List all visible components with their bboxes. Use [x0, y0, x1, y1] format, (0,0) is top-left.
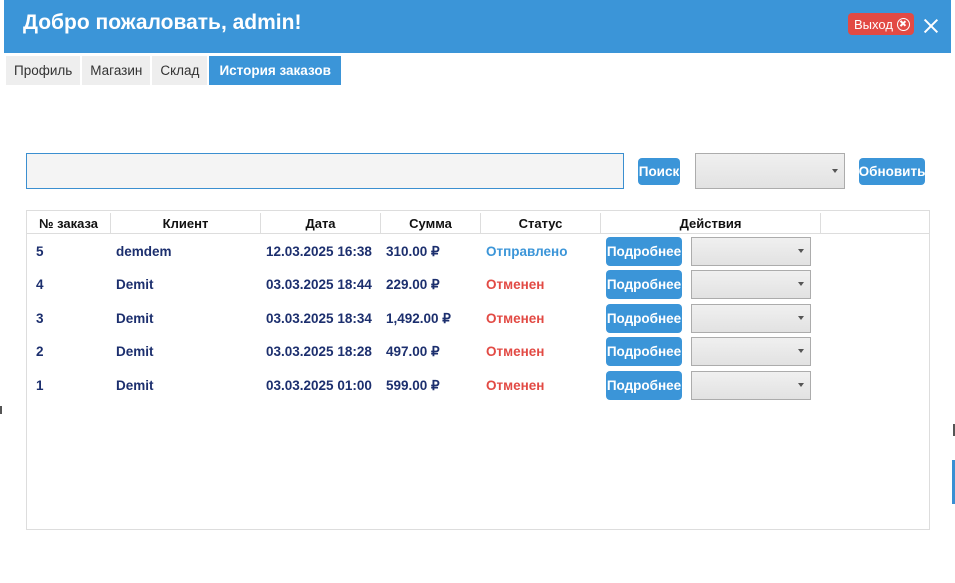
logout-label: Выход [854, 16, 893, 32]
tab-warehouse[interactable]: Склад [152, 56, 208, 85]
close-icon[interactable] [922, 17, 940, 35]
order-status: Отменен [486, 277, 545, 292]
column-header-client[interactable]: Клиент [111, 213, 261, 234]
order-sum: 497.00 ₽ [386, 343, 440, 359]
order-date: 03.03.2025 18:28 [266, 344, 372, 359]
details-button[interactable]: Подробнее [606, 337, 682, 366]
tab-shop[interactable]: Магазин [82, 56, 151, 85]
orders-table: № заказа Клиент Дата Сумма Статус Действ… [26, 210, 930, 530]
tab-order-history[interactable]: История заказов [209, 56, 341, 85]
column-header-status[interactable]: Статус [481, 213, 601, 234]
client-name: demdem [116, 244, 172, 259]
order-date: 03.03.2025 18:34 [266, 311, 372, 326]
chevron-down-icon [798, 349, 804, 353]
client-name: Demit [116, 378, 154, 393]
column-header-actions[interactable]: Действия [601, 213, 821, 234]
tab-profile[interactable]: Профиль [6, 56, 81, 85]
chevron-down-icon [798, 316, 804, 320]
order-date: 03.03.2025 01:00 [266, 378, 372, 393]
order-number: 5 [36, 244, 44, 259]
logout-button[interactable]: Выход [848, 13, 914, 35]
chevron-down-icon [798, 282, 804, 286]
order-status: Отменен [486, 311, 545, 326]
order-status: Отменен [486, 378, 545, 393]
status-change-select[interactable] [691, 304, 811, 333]
chevron-down-icon [798, 249, 804, 253]
order-status: Отменен [486, 344, 545, 359]
search-button[interactable]: Поиск [638, 158, 680, 185]
table-row[interactable]: 1 Demit 03.03.2025 01:00 599.00 ₽ Отмене… [27, 369, 929, 402]
table-row[interactable]: 3 Demit 03.03.2025 18:34 1,492.00 ₽ Отме… [27, 302, 929, 335]
order-sum: 1,492.00 ₽ [386, 310, 451, 326]
status-change-select[interactable] [691, 337, 811, 366]
title-bar: Добро пожаловать, admin! Выход [4, 0, 951, 53]
details-button[interactable]: Подробнее [606, 371, 682, 400]
chevron-down-icon [832, 169, 838, 173]
details-button[interactable]: Подробнее [606, 237, 682, 266]
table-row[interactable]: 2 Demit 03.03.2025 18:28 497.00 ₽ Отмене… [27, 335, 929, 368]
column-header-date[interactable]: Дата [261, 213, 381, 234]
order-date: 12.03.2025 16:38 [266, 244, 372, 259]
client-name: Demit [116, 344, 154, 359]
table-row[interactable]: 5 demdem 12.03.2025 16:38 310.00 ₽ Отпра… [27, 235, 929, 268]
background-window-mark [0, 406, 2, 414]
details-button[interactable]: Подробнее [606, 270, 682, 299]
column-header-order-number[interactable]: № заказа [27, 213, 111, 234]
table-row[interactable]: 4 Demit 03.03.2025 18:44 229.00 ₽ Отмене… [27, 268, 929, 301]
order-sum: 599.00 ₽ [386, 377, 440, 393]
order-number: 2 [36, 344, 44, 359]
app-root: Добро пожаловать, admin! Выход Профиль М… [0, 0, 955, 583]
status-filter-select[interactable] [695, 153, 845, 189]
chevron-down-icon [798, 383, 804, 387]
table-header: № заказа Клиент Дата Сумма Статус Действ… [27, 213, 929, 234]
status-change-select[interactable] [691, 371, 811, 400]
order-status: Отправлено [486, 244, 568, 259]
refresh-button[interactable]: Обновить [859, 158, 925, 185]
tab-bar: Профиль Магазин Склад История заказов [6, 56, 341, 85]
admin-window: Добро пожаловать, admin! Выход Профиль М… [4, 0, 951, 583]
client-name: Demit [116, 277, 154, 292]
column-header-sum[interactable]: Сумма [381, 213, 481, 234]
status-change-select[interactable] [691, 270, 811, 299]
close-circle-icon [896, 17, 910, 31]
status-change-select[interactable] [691, 237, 811, 266]
order-sum: 310.00 ₽ [386, 243, 440, 259]
order-number: 1 [36, 378, 44, 393]
window-title: Добро пожаловать, admin! [23, 11, 302, 34]
order-date: 03.03.2025 18:44 [266, 277, 372, 292]
search-input[interactable] [26, 153, 624, 189]
order-sum: 229.00 ₽ [386, 276, 440, 292]
details-button[interactable]: Подробнее [606, 304, 682, 333]
client-name: Demit [116, 311, 154, 326]
order-number: 3 [36, 311, 44, 326]
order-number: 4 [36, 277, 44, 292]
